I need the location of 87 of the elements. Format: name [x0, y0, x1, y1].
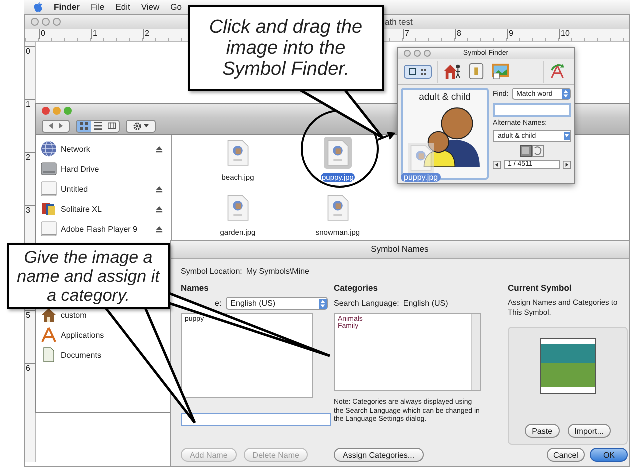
ruler-number: 10 [559, 29, 611, 39]
minimize-button[interactable] [42, 18, 50, 26]
applications-icon [41, 327, 57, 343]
up-down-arrows-icon [318, 298, 327, 308]
dragged-file-icon [408, 143, 434, 173]
document-icon [41, 347, 57, 363]
eject-icon[interactable] [156, 206, 163, 212]
caret-icon [564, 132, 570, 140]
sidebar-item[interactable]: Network [61, 144, 90, 154]
sidebar-item[interactable]: Untitled [61, 184, 88, 194]
list-icon [94, 122, 102, 130]
ruler-number: 0 [25, 46, 35, 99]
display-toggle-icon[interactable] [520, 145, 544, 157]
house-icon [41, 307, 57, 323]
paste-button[interactable]: Paste [525, 424, 560, 438]
back-forward-icon [49, 123, 63, 129]
columns-icon [108, 122, 116, 130]
dialog-button[interactable]: OK [590, 448, 628, 462]
search-language: English (US) [403, 299, 448, 308]
globe-icon [41, 141, 57, 157]
import-button[interactable]: Import... [568, 424, 611, 438]
view-button[interactable] [77, 120, 91, 132]
house-icon[interactable] [443, 63, 462, 80]
menu-item[interactable]: Go [170, 2, 182, 12]
section-heading: Current Symbol [508, 283, 573, 294]
sidebar-item[interactable]: Hard Drive [61, 164, 100, 174]
action-menu-button[interactable] [126, 120, 156, 132]
view-icon [407, 66, 429, 76]
minimize-button[interactable] [414, 50, 421, 57]
search-language-label: Search Language: [334, 299, 400, 308]
ruler-number: 0 [39, 29, 91, 39]
symbol-location-label: Symbol Location: [181, 267, 242, 276]
close-button[interactable] [42, 107, 50, 115]
cards-icon [41, 201, 57, 217]
up-down-arrows-icon [562, 89, 570, 99]
window-title: ath test [385, 17, 413, 27]
close-button[interactable] [31, 18, 39, 26]
symbol-name: adult & child [419, 92, 471, 103]
dialog-title: Symbol Names [171, 241, 629, 259]
scroll-bar[interactable] [471, 314, 480, 390]
section-heading: Categories [334, 283, 379, 294]
ruler-number: 9 [507, 29, 559, 39]
ruler-number: 8 [455, 29, 507, 39]
photo-placeholder [540, 338, 596, 394]
eject-icon[interactable] [156, 186, 163, 192]
language-dropdown[interactable]: English (US) [226, 297, 328, 310]
hard-drive-icon [41, 161, 57, 177]
gear-icon [133, 122, 142, 130]
sidebar-item[interactable]: Adobe Flash Player 9 [61, 224, 138, 234]
next-button[interactable] [563, 160, 571, 168]
view-button[interactable] [105, 120, 119, 132]
callout: Give the image a name and assign it a category. [7, 243, 170, 309]
previous-button[interactable] [493, 160, 501, 168]
menu-item[interactable]: View [141, 2, 160, 12]
ruler-number: 7 [403, 29, 455, 39]
dialog-button[interactable]: Cancel [546, 448, 586, 462]
sidebar-item[interactable]: Documents [61, 350, 102, 360]
name-input-field[interactable] [181, 413, 331, 426]
symbol-location: My Symbols\Mine [246, 267, 310, 276]
ruler-number: 1 [91, 29, 143, 39]
eject-icon[interactable] [156, 146, 163, 152]
sidebar-item[interactable]: Solitaire XL [61, 204, 102, 214]
search-field[interactable] [493, 103, 571, 117]
eject-icon[interactable] [156, 226, 163, 232]
language-label: e: [215, 299, 222, 308]
file-icon[interactable] [324, 137, 352, 169]
sidebar-item[interactable]: custom [61, 310, 87, 320]
back-forward-button[interactable] [42, 120, 70, 132]
drag-arrow [378, 132, 396, 141]
picture-icon[interactable] [491, 63, 510, 80]
section-heading: Names [181, 283, 210, 294]
zoom-button[interactable] [53, 18, 61, 26]
view-button[interactable] [91, 120, 105, 132]
view-toggle-button[interactable] [404, 64, 432, 78]
grid-icon [80, 122, 88, 130]
apple-icon[interactable] [34, 2, 43, 12]
menu-item[interactable]: Edit [116, 2, 130, 12]
caret-icon [144, 124, 149, 128]
panel-icon[interactable] [467, 63, 486, 80]
menu-item[interactable]: Finder [54, 2, 80, 12]
zoom-button[interactable] [64, 107, 72, 115]
menu-item[interactable]: File [90, 2, 105, 12]
close-button[interactable] [404, 50, 411, 57]
sidebar-item[interactable]: Applications [61, 330, 104, 340]
assign-categories-button[interactable]: Assign Categories... [334, 448, 424, 462]
zoom-button[interactable] [424, 50, 431, 57]
dragged-file-name: puppy.jpg [401, 173, 442, 182]
